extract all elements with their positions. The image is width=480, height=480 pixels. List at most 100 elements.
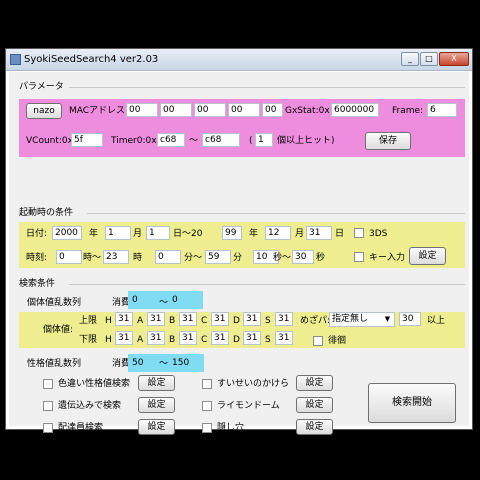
start-search-button[interactable]: 検索開始 xyxy=(368,383,456,423)
title-bar: SyokiSeedSearch4 ver2.03 _ □ X xyxy=(6,49,472,71)
hit-count-field[interactable]: 1 xyxy=(255,133,273,147)
hour-from-field[interactable]: 0 xyxy=(56,250,82,264)
key-input-checkbox[interactable] xyxy=(354,252,364,262)
nature-consume-from-field[interactable]: 50 xyxy=(129,356,157,370)
date-label: 日付: xyxy=(26,229,48,239)
sec-to-field[interactable]: 30 xyxy=(292,250,314,264)
nazo-button[interactable]: nazo xyxy=(26,103,62,119)
maximize-button[interactable]: □ xyxy=(420,52,438,66)
day-from-field[interactable]: 1 xyxy=(146,226,170,240)
min-to-field[interactable]: 59 xyxy=(205,250,231,264)
option-label: 遺伝込みで検索 xyxy=(58,401,122,411)
timer-tilde: ～ xyxy=(189,136,199,146)
stat-upper-field[interactable]: 31 xyxy=(179,312,197,326)
stat-lower-field[interactable]: 31 xyxy=(115,331,133,345)
option-settings-button[interactable]: 設定 xyxy=(138,375,175,391)
day-to-field[interactable]: 31 xyxy=(306,226,332,240)
min-unit: 分 xyxy=(233,253,243,263)
option-label: 配達員検索 xyxy=(58,423,104,433)
stat-upper-field[interactable]: 31 xyxy=(147,312,165,326)
option-label: ライモンドーム xyxy=(217,401,280,411)
sec-tilde: 秒～ xyxy=(273,253,292,263)
option-label: 色違い性格値検索 xyxy=(58,379,131,389)
key-settings-button[interactable]: 設定 xyxy=(409,247,446,265)
stat-lower-field[interactable]: 31 xyxy=(147,331,165,345)
timer-from-field[interactable]: c68 xyxy=(157,133,185,147)
year-to-field[interactable]: 99 xyxy=(222,226,242,240)
stat-upper-field[interactable]: 31 xyxy=(243,312,261,326)
sec-unit: 秒 xyxy=(316,253,326,263)
day-tilde: 日～20 xyxy=(173,229,203,239)
option-settings-button[interactable]: 設定 xyxy=(296,375,333,391)
option-checkbox[interactable] xyxy=(43,401,53,411)
vcount-label: VCount:0x xyxy=(26,136,73,146)
nature-consume-to-field[interactable]: 150 xyxy=(169,356,203,370)
stat-upper-field[interactable]: 31 xyxy=(115,312,133,326)
option-checkbox[interactable] xyxy=(202,379,212,389)
3ds-checkbox[interactable] xyxy=(354,228,364,238)
option-checkbox[interactable] xyxy=(202,423,212,433)
min-from-field[interactable]: 0 xyxy=(155,250,181,264)
vcount-field[interactable]: 5f xyxy=(71,133,103,147)
option-settings-button[interactable]: 設定 xyxy=(296,397,333,413)
app-icon xyxy=(10,54,21,65)
stat-lower-field[interactable]: 31 xyxy=(275,331,293,345)
app-window: SyokiSeedSearch4 ver2.03 _ □ X パラメータ naz… xyxy=(5,48,473,435)
mezapa-unit: 以上 xyxy=(427,316,446,326)
stat-lower-field[interactable]: 31 xyxy=(243,331,261,345)
hour-tilde: 時～ xyxy=(83,253,102,263)
start-group-line xyxy=(87,213,465,214)
mezapa-dropdown[interactable]: 指定無し ▼ xyxy=(329,312,395,327)
chevron-down-icon: ▼ xyxy=(384,315,391,323)
mac-field-2[interactable]: 00 xyxy=(160,103,192,117)
nature-consume-tilde: ～ xyxy=(159,359,169,369)
stat-upper-label: H xyxy=(105,316,112,326)
iv-consume-to-field[interactable]: 0 xyxy=(169,293,201,307)
mezapa-selected: 指定無し xyxy=(332,314,369,324)
key-input-label: キー入力 xyxy=(369,253,406,263)
mac-field-1[interactable]: 00 xyxy=(126,103,158,117)
mac-label: MACアドレス: xyxy=(69,106,129,116)
option-settings-button[interactable]: 設定 xyxy=(138,419,175,435)
stat-upper-field[interactable]: 31 xyxy=(211,312,229,326)
search-group-line xyxy=(69,284,465,285)
mac-field-5[interactable]: 00 xyxy=(262,103,283,117)
roundtrip-checkbox[interactable] xyxy=(313,336,323,346)
close-button[interactable]: X xyxy=(439,52,469,66)
stat-upper-field[interactable]: 31 xyxy=(275,312,293,326)
params-group-title: パラメータ xyxy=(19,82,64,92)
month-from-field[interactable]: 1 xyxy=(105,226,131,240)
timer-to-field[interactable]: c68 xyxy=(202,133,240,147)
search-group-title: 検索条件 xyxy=(19,279,56,289)
stat-lower-label: B xyxy=(169,335,176,345)
client-area: パラメータ nazo MACアドレス: 00 00 00 00 00 GxSta… xyxy=(9,72,469,435)
year-unit: 年 xyxy=(89,229,99,239)
roundtrip-label: 徘徊 xyxy=(328,336,347,346)
day-unit: 日 xyxy=(335,229,345,239)
frame-field[interactable]: 6 xyxy=(427,103,457,117)
option-label: 隠し穴 xyxy=(217,423,245,433)
gxstat-field[interactable]: 6000000 xyxy=(331,103,379,117)
month-to-field[interactable]: 12 xyxy=(265,226,291,240)
option-checkbox[interactable] xyxy=(202,401,212,411)
hit-paren: ( xyxy=(249,136,253,146)
iv-consume-from-field[interactable]: 0 xyxy=(129,293,157,307)
iv-rand-label: 個体値乱数列 xyxy=(27,298,82,308)
save-button[interactable]: 保存 xyxy=(365,132,411,150)
iv-consume-tilde: ～ xyxy=(159,298,169,308)
option-settings-button[interactable]: 設定 xyxy=(296,419,333,435)
stat-lower-field[interactable]: 31 xyxy=(211,331,229,345)
nature-rand-label: 性格値乱数列 xyxy=(27,359,82,369)
mac-field-3[interactable]: 00 xyxy=(194,103,226,117)
hour-to-field[interactable]: 23 xyxy=(103,250,129,264)
minimize-button[interactable]: _ xyxy=(401,52,419,66)
stat-lower-field[interactable]: 31 xyxy=(179,331,197,345)
option-settings-button[interactable]: 設定 xyxy=(138,397,175,413)
month-unit: 月 xyxy=(133,229,143,239)
year-from-field[interactable]: 2000 xyxy=(52,226,82,240)
mac-field-4[interactable]: 00 xyxy=(228,103,260,117)
option-checkbox[interactable] xyxy=(43,379,53,389)
iv-label: 個体値: xyxy=(43,325,74,335)
option-checkbox[interactable] xyxy=(43,423,53,433)
mezapa-power-field[interactable]: 30 xyxy=(399,312,421,326)
